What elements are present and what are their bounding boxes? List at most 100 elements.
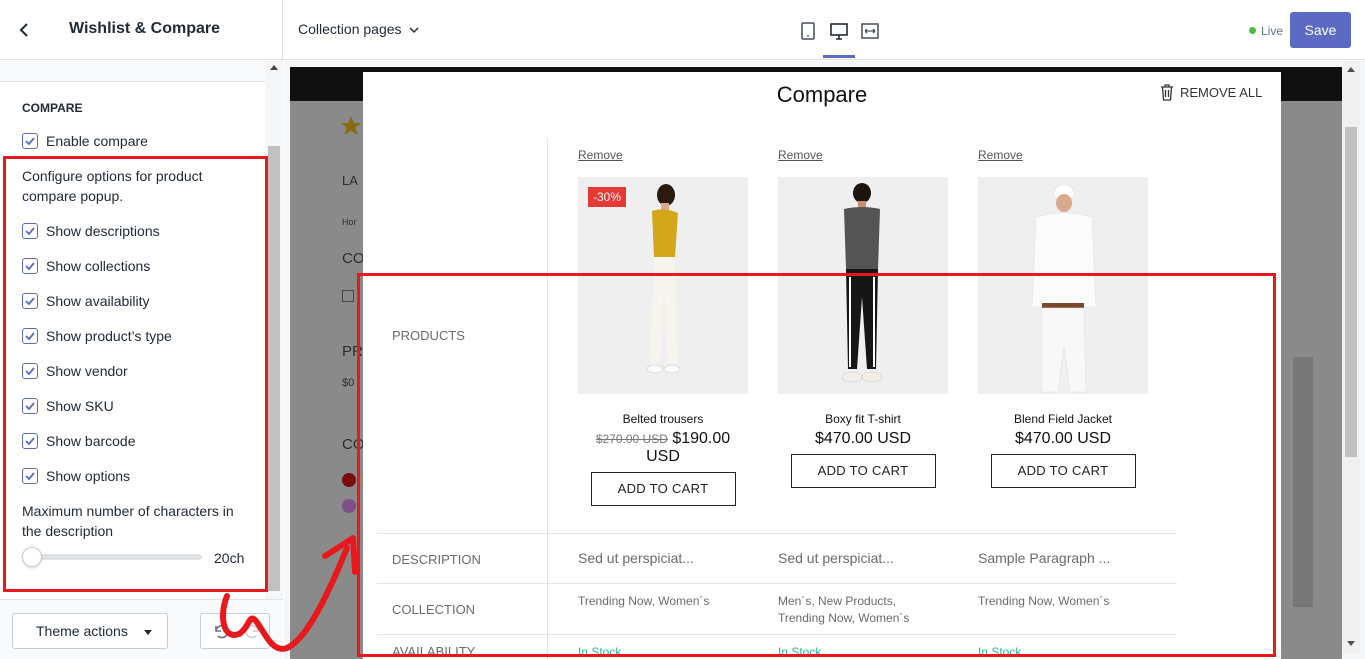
- availability-cell: In Stock: [978, 645, 1022, 659]
- checkbox-box[interactable]: [22, 433, 38, 449]
- checkbox-box[interactable]: [22, 363, 38, 379]
- store-side-panel: [1293, 357, 1313, 607]
- collection-cell: Trending Now, Women´s: [978, 594, 1110, 608]
- scroll-up-arrow-icon[interactable]: [270, 65, 278, 70]
- row-divider: [377, 533, 1177, 534]
- checkbox-label: Show vendor: [46, 363, 128, 379]
- page-selector-label: Collection pages: [298, 21, 402, 37]
- scrollbar-thumb[interactable]: [1345, 127, 1357, 457]
- remove-all-button[interactable]: REMOVE ALL: [1159, 82, 1262, 102]
- option-show-barcode[interactable]: Show barcode: [22, 431, 136, 451]
- product-name[interactable]: Blend Field Jacket: [978, 412, 1148, 426]
- mobile-view-button[interactable]: [794, 17, 822, 45]
- store-heading-fragment: CO: [342, 436, 365, 453]
- row-divider: [377, 634, 1177, 635]
- product-image[interactable]: [978, 177, 1148, 394]
- theme-actions-label: Theme actions: [36, 623, 128, 639]
- remove-product-link[interactable]: Remove: [978, 148, 1148, 162]
- scroll-down-arrow-icon[interactable]: [1347, 641, 1355, 646]
- chevron-left-icon: [19, 23, 28, 37]
- checkmark-icon: [25, 367, 35, 376]
- availability-cell: In Stock: [778, 645, 822, 659]
- checkbox-box[interactable]: [22, 468, 38, 484]
- product-image[interactable]: [778, 177, 948, 394]
- description-cell: Sed ut perspiciat...: [778, 550, 894, 566]
- store-heading-fragment: PR: [342, 343, 363, 360]
- max-chars-slider-handle[interactable]: [22, 547, 42, 567]
- option-show-descriptions[interactable]: Show descriptions: [22, 221, 160, 241]
- product-name[interactable]: Boxy fit T-shirt: [778, 412, 948, 426]
- option-show-options[interactable]: Show options: [22, 466, 130, 486]
- product-image[interactable]: -30%: [578, 177, 748, 394]
- caret-down-icon: [143, 629, 152, 635]
- description-cell: Sample Paragraph ...: [978, 550, 1111, 566]
- option-show-product-type[interactable]: Show product’s type: [22, 326, 172, 346]
- checkbox-box[interactable]: [22, 223, 38, 239]
- store-filter-checkbox: [342, 290, 354, 302]
- description-cell: Sed ut perspiciat...: [578, 550, 694, 566]
- store-logo-star-icon: [341, 116, 361, 135]
- checkbox-label: Show availability: [46, 293, 150, 309]
- store-heading-fragment: CO: [342, 250, 365, 267]
- checkbox-label: Show product’s type: [46, 328, 172, 344]
- live-status-dot: [1249, 27, 1256, 34]
- compare-product-2: Remove Boxy fit T-shirt $470.00 USD ADD …: [778, 148, 948, 488]
- store-color-swatch: [342, 473, 356, 487]
- checkmark-icon: [25, 332, 35, 341]
- add-to-cart-button[interactable]: ADD TO CART: [790, 454, 936, 488]
- checkbox-label: Show SKU: [46, 398, 114, 414]
- checkbox-box[interactable]: [22, 398, 38, 414]
- product-name[interactable]: Belted trousers: [578, 412, 748, 426]
- enable-compare-checkbox[interactable]: Enable compare: [22, 131, 148, 151]
- add-to-cart-button[interactable]: ADD TO CART: [590, 472, 736, 506]
- checkbox-box[interactable]: [22, 328, 38, 344]
- collection-cell: Men´s, New Products, Trending Now, Women…: [778, 594, 910, 625]
- preview-scrollbar[interactable]: [1342, 61, 1360, 653]
- page-selector-dropdown[interactable]: Collection pages: [298, 21, 419, 37]
- remove-product-link[interactable]: Remove: [778, 148, 948, 162]
- add-to-cart-button[interactable]: ADD TO CART: [990, 454, 1136, 488]
- fullscreen-view-button[interactable]: [856, 17, 884, 45]
- mobile-icon: [801, 22, 815, 40]
- checkbox-box[interactable]: [22, 293, 38, 309]
- checkbox-label: Show collections: [46, 258, 151, 274]
- theme-actions-button[interactable]: Theme actions: [12, 613, 168, 649]
- checkbox-box[interactable]: [22, 133, 38, 149]
- checkmark-icon: [25, 402, 35, 411]
- undo-icon[interactable]: [211, 622, 231, 642]
- save-button[interactable]: Save: [1290, 12, 1351, 48]
- row-label-availability: AVAILABILITY: [392, 644, 476, 659]
- store-nav-fragment: LA: [342, 173, 358, 188]
- scroll-up-arrow-icon[interactable]: [1347, 67, 1355, 72]
- checkbox-box[interactable]: [22, 258, 38, 274]
- sidebar-divider: [0, 61, 265, 82]
- row-label-products: PRODUCTS: [392, 328, 465, 343]
- option-show-sku[interactable]: Show SKU: [22, 396, 114, 416]
- max-chars-label: Maximum number of characters in the desc…: [22, 503, 234, 539]
- option-show-collections[interactable]: Show collections: [22, 256, 150, 276]
- discount-badge: -30%: [588, 187, 627, 207]
- sidebar-scrollbar[interactable]: [265, 61, 283, 599]
- scrollbar-thumb[interactable]: [268, 146, 280, 591]
- product-old-price: $270.00 USD: [595, 432, 668, 446]
- option-show-vendor[interactable]: Show vendor: [22, 361, 128, 381]
- checkbox-label: Show descriptions: [46, 223, 160, 239]
- remove-all-label: REMOVE ALL: [1180, 84, 1263, 100]
- max-chars-slider-track[interactable]: [28, 554, 202, 560]
- sidebar-scroll-area: COMPARE Enable compare Configure options…: [0, 61, 265, 599]
- compare-title: Compare: [776, 82, 868, 107]
- checkmark-icon: [25, 262, 35, 271]
- row-label-collection: COLLECTION: [392, 602, 476, 617]
- editor-header: Wishlist & Compare: [0, 0, 283, 60]
- store-price-fragment: $0: [342, 377, 355, 389]
- checkmark-icon: [25, 437, 35, 446]
- option-show-availability[interactable]: Show availability: [22, 291, 150, 311]
- settings-sidebar: COMPARE Enable compare Configure options…: [0, 61, 283, 659]
- desktop-view-button[interactable]: [825, 17, 853, 45]
- top-bar: Wishlist & Compare Collection pages Live…: [0, 0, 1365, 60]
- section-heading-compare: COMPARE: [22, 101, 83, 115]
- back-button[interactable]: [12, 18, 36, 42]
- checkmark-icon: [25, 137, 35, 146]
- remove-product-link[interactable]: Remove: [578, 148, 748, 162]
- redo-icon[interactable]: [243, 622, 263, 642]
